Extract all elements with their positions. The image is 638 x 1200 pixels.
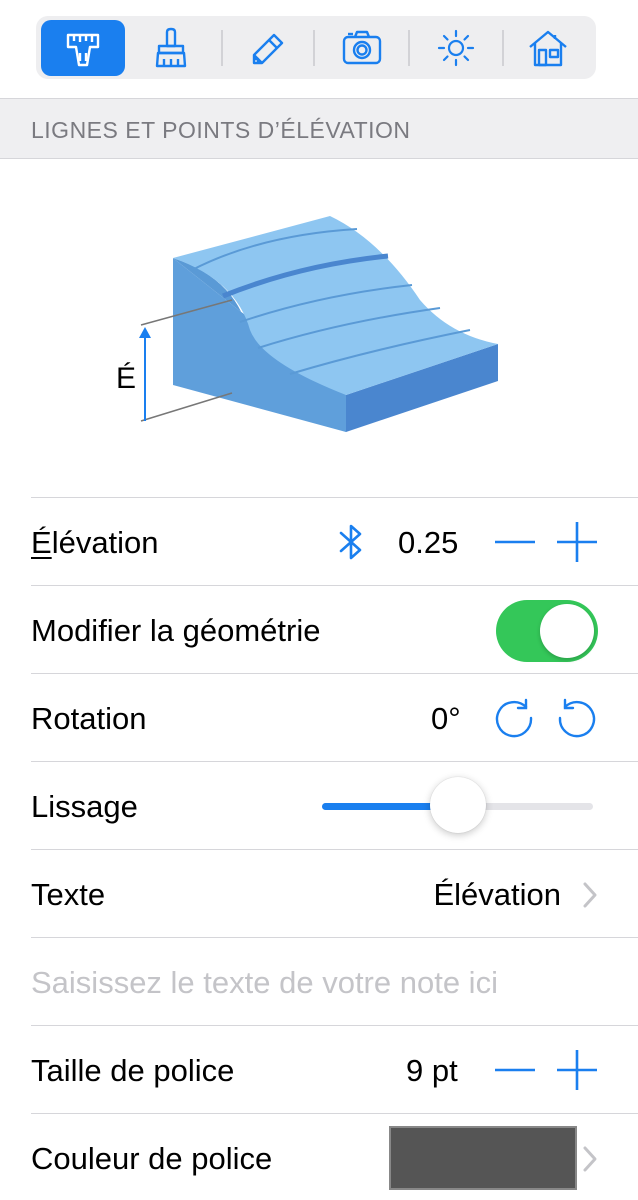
plus-icon xyxy=(557,1050,597,1090)
rotate-clockwise-icon xyxy=(495,698,533,738)
row-rotation: Rotation 0° xyxy=(31,673,638,761)
rotate-counterclockwise-icon xyxy=(558,698,596,738)
section-header: LIGNES ET POINTS D’ÉLÉVATION xyxy=(0,98,638,159)
minus-icon xyxy=(495,1068,535,1072)
increment-button[interactable] xyxy=(555,520,599,564)
chevron-right-icon xyxy=(583,882,597,908)
row-font-color[interactable]: Couleur de police xyxy=(31,1113,638,1200)
toolbar-divider xyxy=(221,30,223,66)
row-font-size: Taille de police 9 pt xyxy=(31,1025,638,1113)
bluetooth-button[interactable] xyxy=(329,520,373,564)
tab-camera[interactable] xyxy=(320,20,404,76)
font-color-label: Couleur de police xyxy=(31,1141,273,1176)
row-modify-geometry: Modifier la géométrie xyxy=(31,585,638,673)
elevation-label: Élévation xyxy=(31,525,159,560)
toggle-knob xyxy=(540,604,594,658)
row-note[interactable]: Saisissez le texte de votre note ici xyxy=(31,937,638,1025)
tab-style[interactable] xyxy=(129,20,213,76)
elevation-label: É xyxy=(116,362,136,395)
section-title: LIGNES ET POINTS D’ÉLÉVATION xyxy=(31,117,411,143)
plus-icon xyxy=(557,522,597,562)
house-icon xyxy=(529,30,567,67)
elevation-value: 0.25 xyxy=(398,525,459,560)
minus-icon xyxy=(495,540,535,544)
chevron-right-icon xyxy=(583,1146,597,1172)
brush-icon xyxy=(155,27,187,68)
row-smoothing: Lissage xyxy=(31,761,638,849)
rotation-label: Rotation xyxy=(31,701,147,736)
rotate-clockwise-button[interactable] xyxy=(492,696,536,740)
font-size-increment-button[interactable] xyxy=(555,1048,599,1092)
toolbar-divider xyxy=(313,30,315,66)
caliper-icon xyxy=(66,33,100,67)
font-color-swatch[interactable] xyxy=(389,1126,577,1190)
toolbar-divider xyxy=(408,30,410,66)
row-text[interactable]: Texte Élévation xyxy=(31,849,638,937)
rotation-value: 0° xyxy=(431,701,461,736)
tab-light[interactable] xyxy=(414,20,498,76)
tab-measure[interactable] xyxy=(41,20,125,76)
terrain-diagram: É xyxy=(116,216,498,432)
font-size-value: 9 pt xyxy=(406,1053,458,1088)
top-toolbar xyxy=(0,0,638,98)
decrement-button[interactable] xyxy=(493,520,537,564)
segmented-toolbar xyxy=(36,16,596,79)
font-size-decrement-button[interactable] xyxy=(493,1048,537,1092)
tab-draw[interactable] xyxy=(225,20,309,76)
modify-geometry-label: Modifier la géométrie xyxy=(31,613,321,648)
sun-icon xyxy=(437,29,475,67)
bluetooth-icon xyxy=(339,524,362,560)
elevation-illustration: É xyxy=(0,160,638,496)
rotate-counterclockwise-button[interactable] xyxy=(555,696,599,740)
text-label: Texte xyxy=(31,877,106,912)
toolbar-divider xyxy=(502,30,504,66)
slider-knob[interactable] xyxy=(429,777,486,833)
camera-icon xyxy=(342,30,382,65)
note-input[interactable]: Saisissez le texte de votre note ici xyxy=(31,965,498,1001)
smoothing-label: Lissage xyxy=(31,789,138,824)
tab-building[interactable] xyxy=(506,20,590,76)
font-size-label: Taille de police xyxy=(31,1053,235,1088)
row-elevation: Élévation 0.25 xyxy=(31,497,638,585)
modify-geometry-toggle[interactable] xyxy=(496,600,598,662)
pencil-icon xyxy=(252,33,284,65)
text-value: Élévation xyxy=(433,877,561,912)
